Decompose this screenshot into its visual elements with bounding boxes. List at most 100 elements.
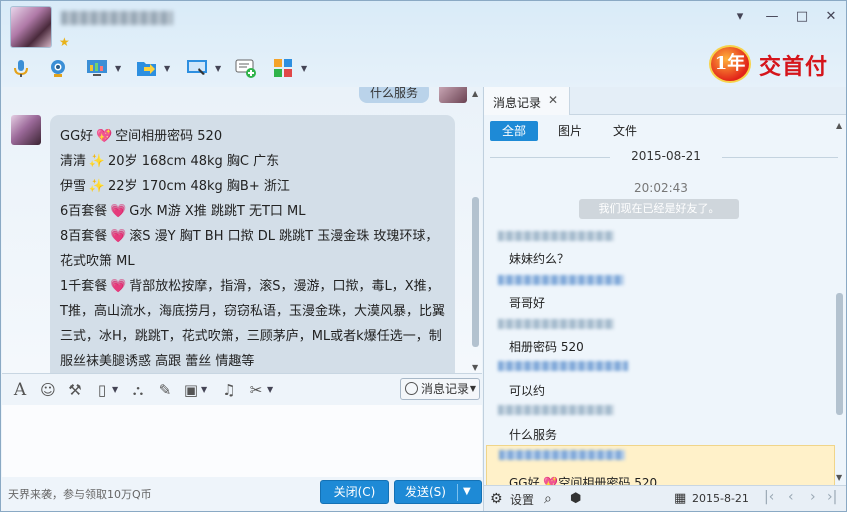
history-scrollbar[interactable] [836,293,843,415]
dropdown-icon[interactable]: ▾ [732,9,748,24]
video-clip-icon[interactable]: ▯ [92,380,112,400]
gear-icon[interactable]: ⚙ [490,491,503,507]
chevron-down-icon[interactable]: ▼ [301,64,307,73]
font-icon[interactable]: A [10,380,30,400]
apps-icon[interactable] [271,57,295,79]
scroll-down-icon[interactable]: ▼ [472,363,478,372]
search-icon[interactable]: ⌕ [544,491,552,507]
scroll-up-icon[interactable]: ▲ [836,121,842,130]
send-separator [457,484,458,501]
sender-name-blurred [498,319,614,329]
message-line: 6百套餐 💗 G水 M游 X推 跳跳T 无T口 ML [60,199,445,224]
emoji-icon[interactable]: ☺ [38,380,58,400]
message-history-panel: 消息记录 ✕ 全部 图片 文件 2015-08-21 20:02:43 我们现在… [483,87,846,511]
message-record-button[interactable]: 消息记录 ▼ [400,378,480,400]
promo-text: 交首付 [759,55,829,80]
vip-star-icon: ★ [59,35,70,49]
screenshot-scissors-icon[interactable]: ✂ [246,380,266,400]
outgoing-message: 什么服务 [359,87,429,103]
scroll-down-icon[interactable]: ▼ [836,473,842,482]
message-line: 1千套餐 💗 背部放松按摩，指滑，滚S，漫游，口揿，毒L，X推，T推，高山流水，海底… [60,274,445,373]
first-page-icon[interactable]: |‹ [764,489,774,505]
magic-wand-icon[interactable]: ⚒ [65,380,85,400]
history-footer: ⚙ 设置 ⌕ ⬢ ▦ 2015-8-21 |‹ ‹ › ›| [484,485,846,511]
video-call-icon[interactable] [46,57,70,79]
chat-footer: 天界来袭，参与领取10万Q币 关闭(C) 发送(S) ▼ [2,477,482,511]
close-window-button[interactable]: ✕ [823,9,839,24]
promo-badge: 1年 [709,45,751,83]
history-time: 20:02:43 [634,181,688,195]
message-line: GG好 💖 空间相册密码 520 [60,124,445,149]
send-button[interactable]: 发送(S) ▼ [394,480,482,504]
chat-window: ★ ▾ — □ ✕ ▼ ▼ ▼ ▼ 1年 交首付 什么服务 GG好 💖 空间相册密码… [0,0,847,512]
chat-messages-area[interactable]: 什么服务 GG好 💖 空间相册密码 520 清清 ✨ 20岁 168cm 48kg 胸C… [2,87,482,373]
delete-icon[interactable]: ⬢ [570,491,581,506]
chevron-down-icon[interactable]: ▼ [115,64,121,73]
system-message: 我们现在已经是好友了。 [579,199,739,219]
filter-all[interactable]: 全部 [490,121,539,141]
edit-icon[interactable]: ✎ [155,380,175,400]
filter-images[interactable]: 图片 [546,121,594,141]
close-button[interactable]: 关闭(C) [320,480,389,504]
chevron-down-icon[interactable]: ▼ [112,385,118,394]
remote-desktop-icon[interactable] [85,57,109,79]
input-toolbar: A ☺ ⚒ ▯ ▼ ⛬ ✎ ▣ ▼ ♫ ✂ ▼ 消息记录 ▼ [2,373,482,405]
own-avatar[interactable] [439,87,467,103]
chevron-down-icon[interactable]: ▼ [463,481,471,503]
divider [490,157,610,158]
contact-name-blurred [61,11,173,25]
message-line: 清清 ✨ 20岁 168cm 48kg 胸C 广东 [60,149,445,174]
chat-scrollbar[interactable] [472,197,479,347]
next-page-icon[interactable]: › [810,489,816,505]
chevron-down-icon[interactable]: ▼ [267,385,273,394]
history-tab-bar: 消息记录 ✕ [484,87,846,115]
sender-name-blurred [498,361,628,371]
history-date: 2015-08-21 [631,149,701,163]
divider [722,157,838,158]
history-highlight-row[interactable]: GG好 💖空间相册密码 520 [486,445,835,490]
history-message: 可以约 [509,384,546,398]
contact-avatar-small[interactable] [11,115,41,145]
shake-icon[interactable]: ⛬ [128,380,148,400]
send-file-icon[interactable] [135,57,159,79]
scroll-up-icon[interactable]: ▲ [472,89,478,98]
history-footer-date[interactable]: 2015-8-21 [692,492,749,505]
close-icon[interactable]: ✕ [548,93,558,107]
minimize-button[interactable]: — [764,9,780,24]
contact-avatar[interactable] [10,6,52,48]
history-message: 哥哥好 [509,296,546,310]
send-button-label: 发送(S) [405,485,446,499]
chevron-down-icon: ▼ [469,384,476,393]
heart-icon: 💗 [110,204,127,219]
create-group-icon[interactable] [234,57,258,79]
tab-message-record[interactable]: 消息记录 ✕ [484,87,570,115]
last-page-icon[interactable]: ›| [827,489,837,505]
sparkle-icon: ✨ [88,179,106,194]
sender-name-blurred [498,231,614,241]
share-screen-icon[interactable] [185,57,209,79]
sparkle-icon: ✨ [88,154,106,169]
music-icon[interactable]: ♫ [219,380,239,400]
heart-icon: 💖 [96,129,113,144]
sender-name-blurred [498,405,614,415]
calendar-icon[interactable]: ▦ [674,491,686,506]
voice-call-icon[interactable] [9,57,33,79]
history-message: 妹妹约么？ [509,252,570,266]
incoming-message: GG好 💖 空间相册密码 520 清清 ✨ 20岁 168cm 48kg 胸C 广东 伊… [50,115,455,373]
promo-banner[interactable]: 1年 交首付 [707,43,843,85]
filter-files[interactable]: 文件 [601,121,649,141]
message-line: 8百套餐 💗 滚S 漫Y 胸T BH 口揿 DL 跳跳T 玉漫金珠 玫瑰环球， 花式… [60,224,445,274]
message-line: 伊雪 ✨ 22岁 170cm 48kg 胸B+ 浙江 [60,174,445,199]
settings-label[interactable]: 设置 [510,491,534,508]
prev-page-icon[interactable]: ‹ [788,489,794,505]
heart-icon: 💗 [110,279,127,294]
chevron-down-icon[interactable]: ▼ [164,64,170,73]
footer-promo-link[interactable]: 天界来袭，参与领取10万Q币 [8,486,152,502]
history-message: 相册密码 520 [509,340,584,354]
image-icon[interactable]: ▣ [181,380,201,400]
message-input[interactable] [2,405,482,477]
chevron-down-icon[interactable]: ▼ [201,385,207,394]
history-message: 什么服务 [509,428,558,442]
maximize-button[interactable]: □ [794,9,810,24]
chevron-down-icon[interactable]: ▼ [215,64,221,73]
